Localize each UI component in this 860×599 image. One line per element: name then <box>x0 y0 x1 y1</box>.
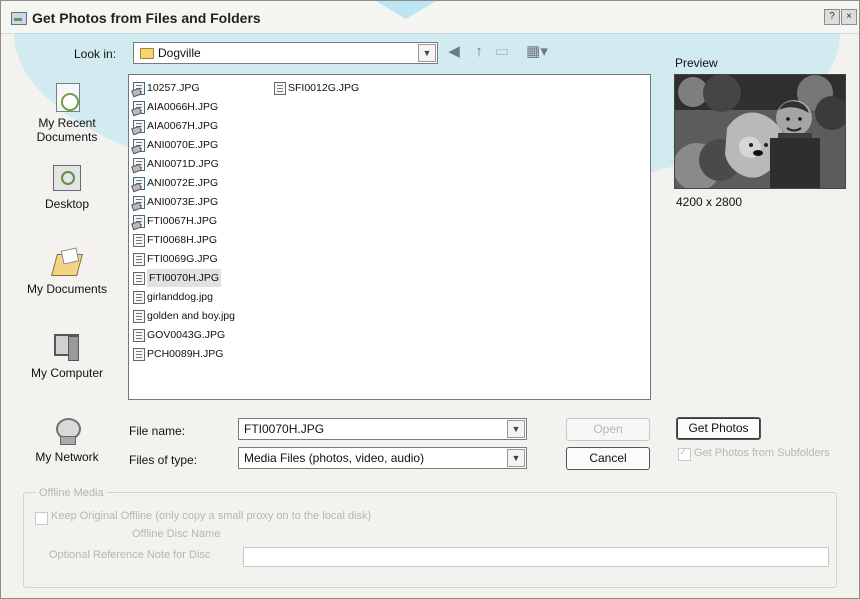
file-list[interactable]: 10257.JPG AIA0066H.JPG AIA0067H.JPG ANI0… <box>128 74 651 400</box>
image-file-icon <box>274 82 286 95</box>
my-documents-icon <box>50 246 84 280</box>
place-my-documents[interactable]: My Documents <box>19 246 115 296</box>
dialog-title: Get Photos from Files and Folders <box>32 10 261 26</box>
get-subfolders-checkbox[interactable] <box>678 447 691 461</box>
image-file-icon <box>133 348 145 361</box>
files-of-type-dropdown[interactable]: Media Files (photos, video, audio) ▼ <box>238 447 527 469</box>
place-label: Desktop <box>44 197 90 211</box>
image-file-icon <box>133 310 145 323</box>
place-my-recent-documents[interactable]: My Recent Documents <box>19 80 115 144</box>
file-name-field[interactable]: FTI0070H.JPG ▼ <box>238 418 527 440</box>
photo-file-icon <box>133 196 145 209</box>
files-of-type-label: Files of type: <box>129 453 198 467</box>
reference-note-label: Optional Reference Note for Disc <box>49 549 211 561</box>
image-file-icon <box>133 253 145 266</box>
keep-original-offline-label: Keep Original Offline (only copy a small… <box>51 510 372 522</box>
open-button[interactable]: Open <box>566 418 650 441</box>
image-file-icon <box>133 329 145 342</box>
cancel-button[interactable]: Cancel <box>566 447 650 470</box>
files-of-type-value: Media Files (photos, video, audio) <box>244 451 425 465</box>
image-file-icon <box>133 234 145 247</box>
reference-note-input[interactable] <box>243 547 829 567</box>
my-network-icon <box>50 414 84 448</box>
photo-file-icon <box>133 120 145 133</box>
my-computer-icon <box>50 330 84 364</box>
photo-file-icon <box>133 139 145 152</box>
photo-file-icon <box>133 158 145 171</box>
dialog-window: Get Photos from Files and Folders ? × Lo… <box>0 0 860 599</box>
preview-label: Preview <box>675 56 718 70</box>
offline-media-title: Offline Media <box>36 487 107 499</box>
place-label: My Recent Documents <box>36 116 98 144</box>
help-button[interactable]: ? <box>824 9 840 25</box>
new-folder-icon[interactable]: ▭ <box>493 43 511 61</box>
chevron-down-icon[interactable]: ▼ <box>418 44 436 62</box>
place-label: My Documents <box>26 282 108 296</box>
get-subfolders-label: Get Photos from Subfolders <box>694 447 830 459</box>
close-button[interactable]: × <box>841 9 857 25</box>
recent-documents-icon <box>50 80 84 114</box>
place-my-network[interactable]: My Network <box>19 414 115 464</box>
chevron-down-icon[interactable]: ▼ <box>507 449 525 467</box>
place-my-computer[interactable]: My Computer <box>19 330 115 380</box>
image-file-icon <box>133 291 145 304</box>
look-in-label: Look in: <box>74 47 117 61</box>
offline-disc-name-label: Offline Disc Name <box>132 528 221 540</box>
title-bar: Get Photos from Files and Folders ? × <box>1 1 859 34</box>
back-icon[interactable]: ◀ <box>445 43 463 61</box>
image-dimensions: 4200 x 2800 <box>676 195 743 209</box>
place-desktop[interactable]: Desktop <box>19 161 115 211</box>
photo-app-icon <box>11 12 27 25</box>
photo-file-icon <box>133 215 145 228</box>
chevron-down-icon[interactable]: ▼ <box>507 420 525 438</box>
image-file-icon <box>133 272 145 285</box>
up-folder-icon[interactable]: ↑ <box>470 43 488 61</box>
offline-media-group <box>23 492 837 588</box>
get-photos-button[interactable]: Get Photos <box>676 417 761 440</box>
photo-file-icon <box>133 177 145 190</box>
place-label: My Computer <box>30 366 104 380</box>
look-in-value: Dogville <box>158 46 201 60</box>
places-bar: My Recent Documents Desktop My Documents… <box>19 70 115 480</box>
file-name-value: FTI0070H.JPG <box>244 422 325 436</box>
photo-file-icon <box>133 101 145 114</box>
look-in-dropdown[interactable]: Dogville ▼ <box>133 42 438 64</box>
photo-preview-graphic <box>675 75 845 188</box>
keep-original-offline-checkbox[interactable] <box>35 512 48 525</box>
folder-icon <box>140 48 154 59</box>
desktop-icon <box>50 161 84 195</box>
preview-image <box>674 74 846 189</box>
view-menu-icon[interactable]: ▦▾ <box>522 43 552 61</box>
photo-file-icon <box>133 82 145 95</box>
place-label: My Network <box>35 450 99 464</box>
file-name-label: File name: <box>129 424 186 438</box>
